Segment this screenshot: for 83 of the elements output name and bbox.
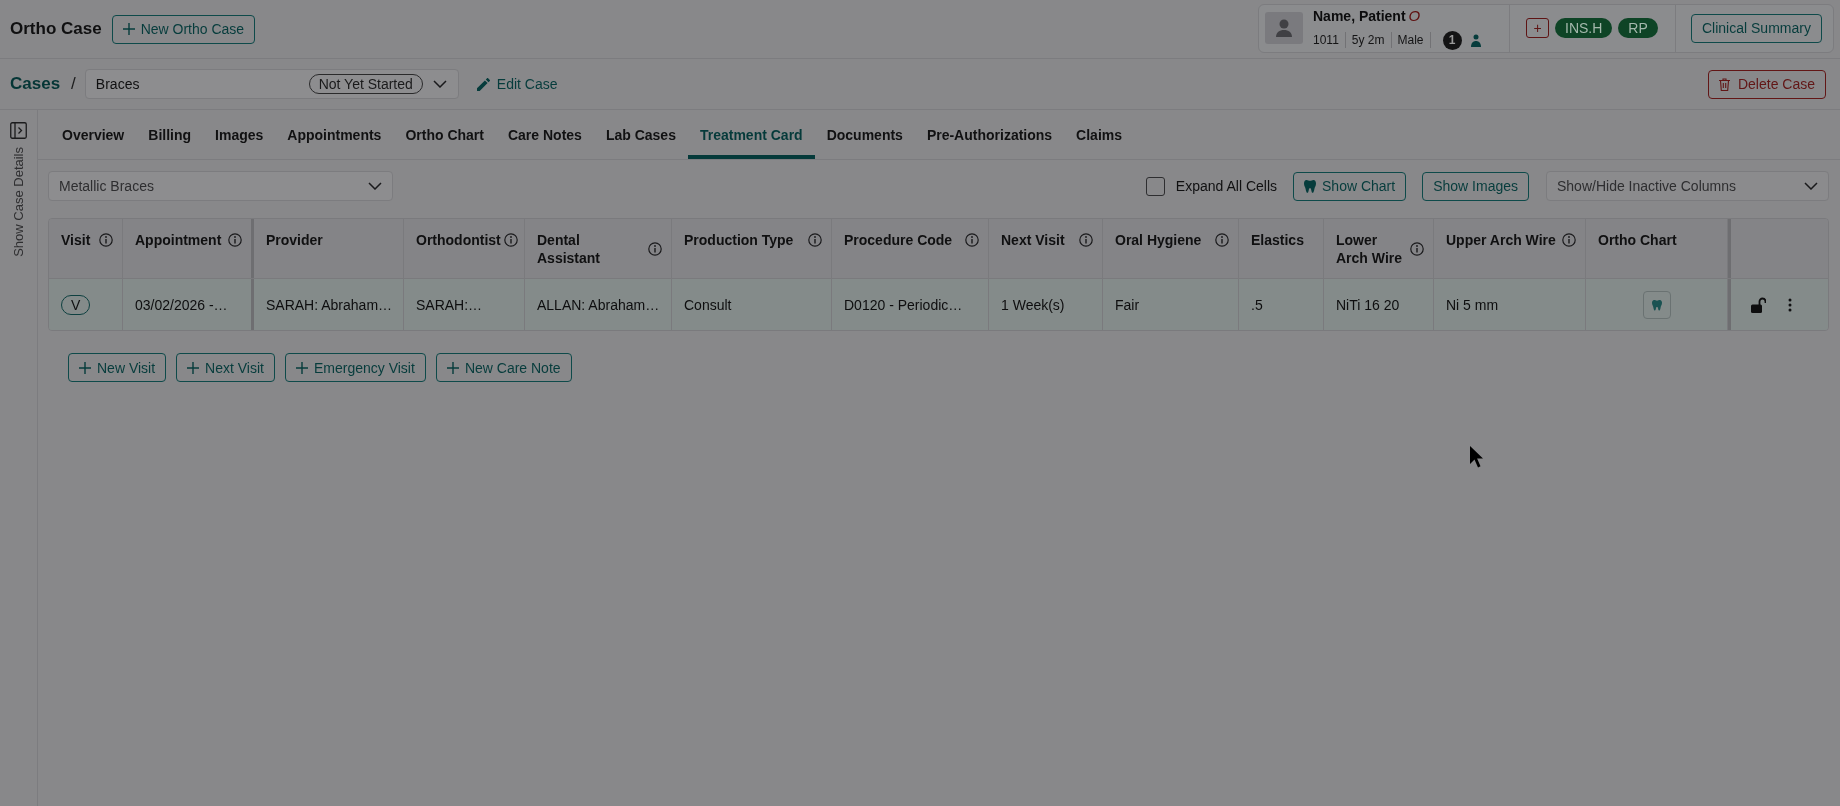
- patient-alert-letter: O: [1408, 6, 1421, 24]
- breadcrumb-link[interactable]: Cases: [10, 74, 61, 94]
- table-cell: 1 Week(s): [1001, 296, 1065, 313]
- table-cell: Fair: [1115, 296, 1140, 313]
- column-header: Elastics: [1251, 231, 1304, 249]
- clinical-summary-button[interactable]: Clinical Summary: [1691, 13, 1822, 43]
- tab[interactable]: Documents: [814, 110, 915, 159]
- kebab-menu-icon[interactable]: [1788, 297, 1792, 312]
- plus-icon: [295, 361, 308, 374]
- column-header: Next Visit: [1001, 231, 1065, 249]
- table-cell: Consult: [684, 296, 732, 313]
- avatar-icon: [1265, 12, 1303, 44]
- table-cell: NiTi 16 20: [1336, 296, 1400, 313]
- trash-icon: [1718, 77, 1730, 91]
- breadcrumb-separator: /: [71, 74, 76, 94]
- cursor-icon: [1470, 446, 1483, 468]
- case-select[interactable]: Braces Not Yet Started: [84, 69, 459, 99]
- table-cell: .5: [1251, 296, 1263, 313]
- tooth-icon: [1651, 298, 1662, 311]
- column-header: Appointment: [135, 231, 222, 249]
- tab[interactable]: Claims: [1064, 110, 1135, 159]
- plus-icon: [187, 361, 200, 374]
- plus-icon: [122, 23, 135, 35]
- tab[interactable]: Lab Cases: [593, 110, 688, 159]
- table-cell: ALLAN: Abraham…: [537, 296, 660, 313]
- column-header: Upper Arch Wire: [1446, 231, 1556, 249]
- pencil-icon: [476, 77, 490, 91]
- column-header: Lower Arch Wire: [1336, 231, 1403, 267]
- show-images-button[interactable]: Show Images: [1422, 171, 1529, 201]
- add-button[interactable]: +: [1526, 18, 1549, 38]
- column-header: Ortho Chart: [1598, 231, 1677, 249]
- column-header: Orthodontist: [416, 231, 501, 249]
- chevron-down-icon: [368, 182, 382, 190]
- tab[interactable]: Appointments: [275, 110, 394, 159]
- tab[interactable]: Ortho Chart: [393, 110, 496, 159]
- column-header: Dental Assistant: [537, 231, 602, 267]
- column-header: Procedure Code: [844, 231, 953, 249]
- tab[interactable]: Treatment Card: [687, 110, 815, 159]
- person-icon[interactable]: [1469, 33, 1483, 47]
- side-panel-label[interactable]: Show Case Details: [11, 147, 26, 257]
- patient-detail: 5y 2m: [1351, 33, 1385, 47]
- table-row[interactable]: V 03/02/2026 -… SARAH: Abraham… SARAH:… ALLAN: Abraham… Consult D0120 - Periodic… 1 Week(s) Fair .5 NiTi 16 20 Ni 5 mm: [49, 279, 1828, 330]
- count-badge: 1: [1442, 30, 1462, 50]
- column-header: Production Type: [684, 231, 794, 249]
- chevron-down-icon: [432, 80, 447, 88]
- table-cell: 03/02/2026 -…: [135, 296, 228, 313]
- chevron-down-icon: [1804, 182, 1818, 190]
- table-cell: D0120 - Periodic…: [844, 296, 963, 313]
- table-cell: SARAH:…: [416, 296, 483, 313]
- delete-case-button[interactable]: Delete Case: [1707, 69, 1826, 99]
- new-ortho-case-button[interactable]: New Ortho Case: [111, 14, 256, 44]
- tab[interactable]: Overview: [50, 110, 137, 159]
- tooth-icon: [1304, 179, 1316, 193]
- sidebar-toggle-icon[interactable]: [10, 122, 27, 139]
- plus-icon: [79, 361, 91, 374]
- tag[interactable]: RP: [1618, 18, 1658, 38]
- plus-icon: [446, 361, 459, 374]
- show-chart-button[interactable]: Show Chart: [1293, 171, 1407, 201]
- checkbox[interactable]: [1145, 176, 1165, 196]
- ortho-chart-button[interactable]: [1642, 290, 1671, 319]
- tab[interactable]: Care Notes: [495, 110, 594, 159]
- column-header: Visit: [61, 231, 91, 249]
- appliance-select[interactable]: Metallic Braces: [48, 171, 393, 201]
- patient-detail: 1011: [1313, 33, 1339, 47]
- edit-case-button[interactable]: Edit Case: [476, 76, 558, 92]
- page-title: Ortho Case: [10, 19, 102, 39]
- tab[interactable]: Billing: [136, 110, 204, 159]
- column-header: Provider: [266, 231, 323, 249]
- unlock-icon[interactable]: [1751, 296, 1766, 313]
- add-visit-button[interactable]: New Visit: [68, 353, 167, 382]
- checkbox-label: Expand All Cells: [1175, 178, 1277, 194]
- table-cell: SARAH: Abraham…: [266, 296, 393, 313]
- tab[interactable]: Pre-Authorizations: [914, 110, 1065, 159]
- add-visit-button[interactable]: New Care Note: [435, 353, 572, 382]
- table-cell: Ni 5 mm: [1446, 296, 1499, 313]
- tab[interactable]: Images: [203, 110, 276, 159]
- column-header: Oral Hygiene: [1115, 231, 1202, 249]
- patient-name: Name, Patient: [1313, 7, 1406, 24]
- patient-detail: Male: [1397, 33, 1424, 47]
- add-visit-button[interactable]: Next Visit: [176, 353, 275, 382]
- add-visit-button[interactable]: Emergency Visit: [284, 353, 426, 382]
- tag[interactable]: INS.H: [1555, 18, 1613, 38]
- columns-select[interactable]: Show/Hide Inactive Columns: [1546, 171, 1829, 201]
